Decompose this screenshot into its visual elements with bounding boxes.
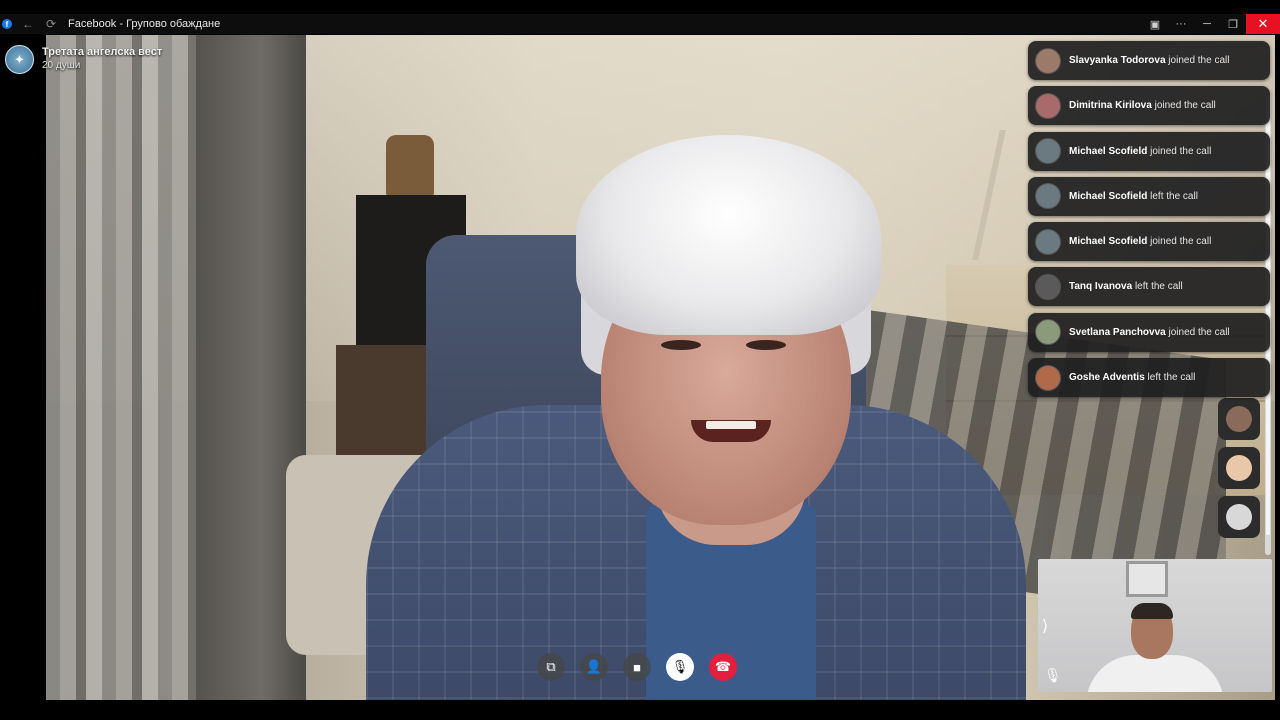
notification-list: Slavyanka Todorova joined the call Dimitr… (1028, 41, 1270, 403)
notification-avatar (1035, 92, 1061, 119)
window-title: Facebook - Групово обаждане (68, 18, 221, 30)
notification-name: Goshe Adventis (1069, 372, 1145, 384)
notification-name: Michael Scofield (1069, 236, 1148, 248)
self-muted-icon: 🎙 (1044, 667, 1062, 683)
notification-item: Tanq Ivanova left the call (1028, 267, 1270, 307)
participant-thumbnail[interactable] (1218, 496, 1260, 538)
notification-name: Slavyanka Todorova (1069, 55, 1166, 66)
restore-icon[interactable]: ❐ (1220, 18, 1246, 31)
notification-avatar (1035, 138, 1061, 165)
group-name: Третата ангелска вест (42, 46, 163, 58)
expand-self-view-icon[interactable]: ⟩ (1042, 616, 1048, 636)
notification-item: Michael Scofield left the call (1028, 176, 1270, 216)
notification-text: Goshe Adventis left the call (1069, 372, 1195, 383)
notification-avatar (1035, 228, 1061, 255)
notification-avatar (1035, 273, 1061, 300)
add-people-button[interactable]: 👤 (580, 653, 608, 681)
notification-text: Michael Scofield joined the call (1069, 146, 1211, 157)
window-controls: ▣ ··· ─ ❐ ✕ (1142, 14, 1280, 34)
notification-action: joined the call (1165, 55, 1230, 66)
notification-text: Michael Scofield left the call (1069, 191, 1198, 202)
group-header[interactable]: ✦ Третата ангелска вест 20 души (5, 45, 162, 74)
notification-action: joined the call (1165, 326, 1230, 338)
group-member-count: 20 души (42, 60, 81, 71)
notification-action: joined the call (1151, 100, 1216, 112)
participant-avatar (1226, 455, 1252, 481)
participant-avatar (1226, 406, 1252, 432)
notification-item: Goshe Adventis left the call (1028, 358, 1270, 398)
notification-action: left the call (1147, 190, 1198, 202)
participant-avatar (1226, 504, 1252, 530)
notification-item: Dimitrina Kirilova joined the call (1028, 86, 1270, 126)
notification-name: Svetlana Panchovva (1069, 326, 1166, 338)
title-bar: f ← ⟳ Facebook - Групово обаждане ▣ ··· … (0, 14, 1280, 34)
more-icon[interactable]: ··· (1168, 18, 1194, 30)
facebook-logo-icon: f (2, 19, 12, 29)
notification-avatar (1035, 319, 1061, 346)
notification-action: left the call (1144, 372, 1196, 384)
reload-icon[interactable]: ⟳ (44, 17, 58, 31)
notification-avatar (1035, 47, 1061, 74)
end-call-button[interactable]: ☎ (709, 653, 737, 681)
minimize-icon[interactable]: ─ (1194, 18, 1220, 30)
notification-name: Michael Scofield (1069, 145, 1148, 157)
participants-strip (1218, 398, 1262, 545)
notification-name: Michael Scofield (1069, 190, 1148, 202)
share-screen-button[interactable]: ⧉ (537, 653, 565, 681)
close-icon[interactable]: ✕ (1246, 14, 1280, 34)
notification-text: Tanq Ivanova left the call (1069, 281, 1183, 292)
notification-text: Svetlana Panchovva joined the call (1069, 327, 1230, 338)
call-controls: ⧉ 👤 ■ 🎙 ☎ (537, 653, 737, 681)
self-view[interactable]: ⟩ 🎙 (1038, 559, 1272, 692)
camera-window-icon[interactable]: ▣ (1142, 18, 1168, 31)
camera-button[interactable]: ■ (623, 653, 651, 681)
participant-thumbnail[interactable] (1218, 398, 1260, 440)
notification-avatar (1035, 364, 1061, 391)
participant-thumbnail[interactable] (1218, 447, 1260, 489)
mute-button[interactable]: 🎙 (666, 653, 694, 681)
back-icon[interactable]: ← (21, 17, 35, 31)
notification-text: Slavyanka Todorova joined the call (1069, 55, 1229, 66)
notification-item: Michael Scofield joined the call (1028, 222, 1270, 262)
notification-item: Slavyanka Todorova joined the call (1028, 41, 1270, 80)
notification-avatar (1035, 183, 1061, 210)
notification-item: Michael Scofield joined the call (1028, 131, 1270, 171)
notification-name: Tanq Ivanova (1069, 281, 1133, 293)
notification-text: Dimitrina Kirilova joined the call (1069, 100, 1216, 111)
notification-action: left the call (1132, 281, 1183, 293)
notification-name: Dimitrina Kirilova (1069, 100, 1152, 112)
group-avatar[interactable]: ✦ (5, 45, 34, 74)
notification-action: joined the call (1147, 145, 1212, 157)
notification-action: joined the call (1147, 236, 1212, 248)
notification-item: Svetlana Panchovva joined the call (1028, 312, 1270, 352)
notification-text: Michael Scofield joined the call (1069, 236, 1211, 247)
